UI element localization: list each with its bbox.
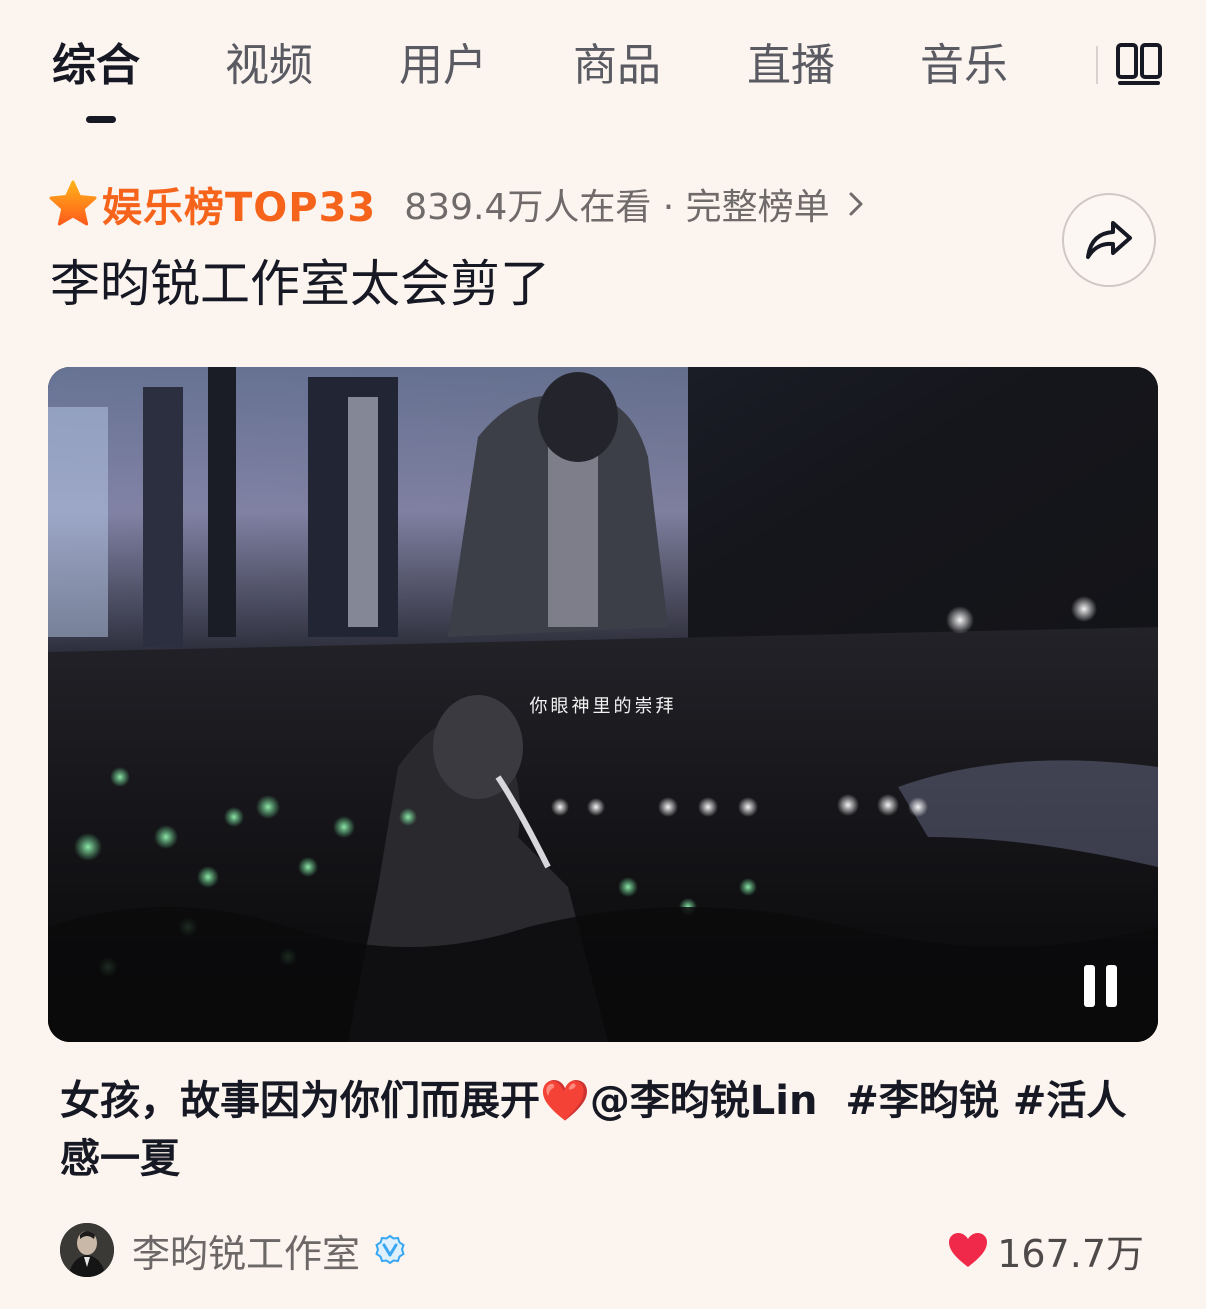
video-caption[interactable]: 女孩，故事因为你们而展开❤️@李昀锐Lin #李昀锐 #活人感一夏	[60, 1072, 1140, 1188]
pause-icon[interactable]	[1084, 965, 1124, 1011]
hashtag-link[interactable]: #李昀锐	[845, 1078, 999, 1124]
full-ranking-link[interactable]: 839.4万人在看 · 完整榜单	[404, 178, 829, 230]
heart-emoji: ❤️	[540, 1078, 590, 1124]
verified-icon	[375, 1234, 405, 1265]
active-tab-indicator	[86, 116, 116, 123]
heart-icon	[949, 1233, 988, 1267]
tab-video[interactable]: 视频	[225, 36, 313, 96]
author-row[interactable]: 李昀锐工作室	[60, 1222, 406, 1278]
star-icon	[49, 180, 97, 226]
like-count: 167.7万	[997, 1231, 1144, 1276]
video-player[interactable]: 你眼神里的崇拜	[48, 367, 1158, 1042]
rank-label: 娱乐榜TOP33	[102, 185, 377, 231]
tab-divider	[1096, 46, 1098, 84]
avatar[interactable]	[60, 1223, 114, 1277]
chevron-right-icon[interactable]	[844, 190, 868, 218]
like-button[interactable]: 167.7万	[947, 1222, 1144, 1278]
tab-products[interactable]: 商品	[573, 36, 661, 96]
grid-icon[interactable]	[1115, 40, 1165, 90]
tab-comprehensive[interactable]: 综合	[52, 36, 140, 96]
mention-link[interactable]: @李昀锐Lin	[590, 1078, 818, 1124]
search-tab-bar: 综合 视频 用户 商品 直播 音乐	[0, 0, 1206, 140]
tab-users[interactable]: 用户	[399, 36, 487, 96]
tab-live[interactable]: 直播	[747, 36, 835, 96]
share-icon	[1086, 221, 1132, 259]
caption-text: 女孩，故事因为你们而展开	[60, 1078, 540, 1124]
video-subtitle: 你眼神里的崇拜	[529, 696, 677, 717]
trending-rank-row[interactable]: 娱乐榜TOP33 839.4万人在看 · 完整榜单	[48, 176, 868, 232]
trending-headline[interactable]: 李昀锐工作室太会剪了	[50, 250, 550, 318]
author-name[interactable]: 李昀锐工作室	[132, 1223, 360, 1278]
share-button[interactable]	[1062, 193, 1156, 287]
tab-music[interactable]: 音乐	[920, 36, 1008, 96]
